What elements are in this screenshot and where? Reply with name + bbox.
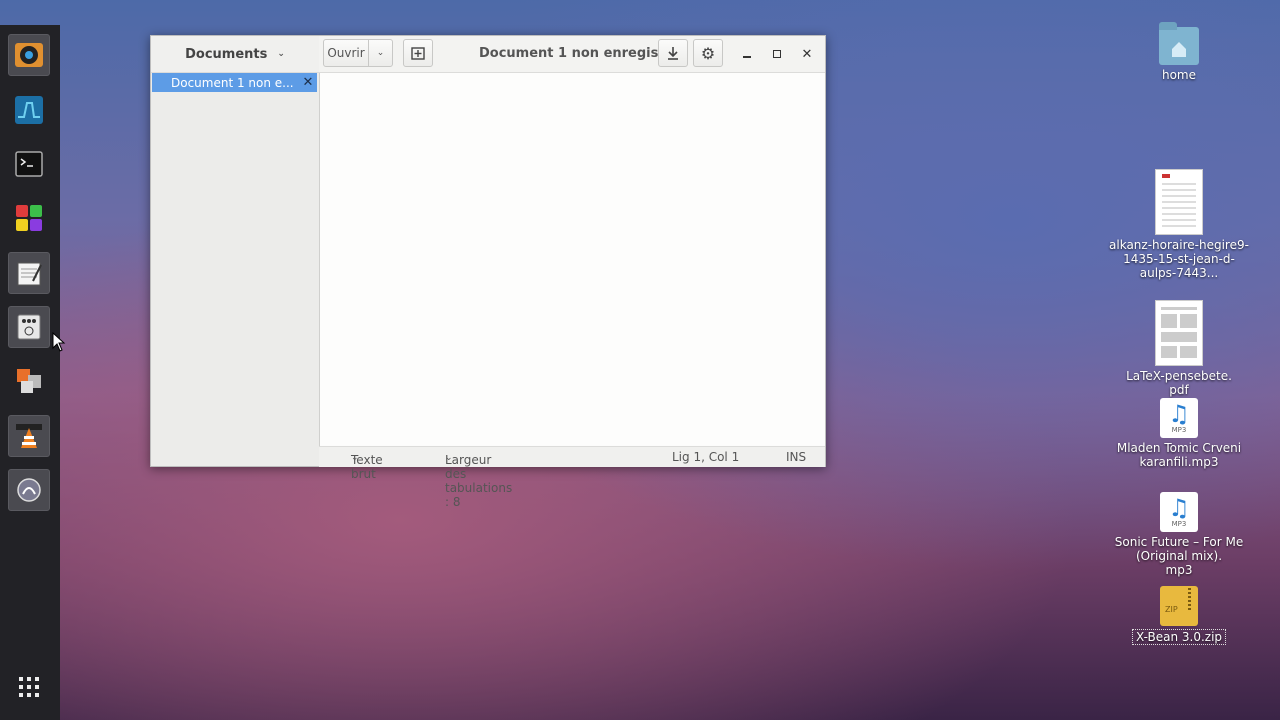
sound-app-icon (15, 43, 43, 67)
inkscape-app-icon (17, 478, 41, 502)
save-button[interactable] (658, 39, 688, 67)
insert-mode-indicator: INS (786, 450, 807, 464)
show-apps-grid-icon[interactable] (19, 677, 39, 697)
desktop-icon-mladen-mp3[interactable]: ♫ MP3 Mladen Tomic Crveni karanfili.mp3 (1109, 398, 1249, 469)
tab-width-label: Largeur des tabulations : 8 (445, 453, 513, 509)
desktop-icon-label: home (1161, 68, 1197, 82)
minimize-icon (743, 56, 751, 58)
chevron-down-icon: ⌄ (351, 453, 359, 463)
dock-item-office[interactable] (8, 360, 50, 402)
waveform-app-icon (15, 96, 43, 124)
dock-item-text-editor[interactable] (8, 252, 50, 294)
dock-item-color-palette[interactable] (8, 197, 50, 239)
desktop-icon-label: LaTeX-pensebete. pdf (1126, 369, 1232, 397)
open-button[interactable]: Ouvrir (323, 39, 369, 67)
window-title: Document 1 non enregistré (479, 46, 680, 61)
text-editor-window: Documents ⌄ Document 1 non e... ✕ Ouvrir… (150, 35, 826, 509)
desktop-icon-label: Sonic Future – For Me (Original mix). mp… (1114, 535, 1244, 577)
document-list-item[interactable]: Document 1 non e... ✕ (152, 73, 317, 92)
dock-item-sound[interactable] (8, 34, 50, 76)
documents-sidebar: Documents ⌄ Document 1 non e... ✕ (151, 36, 320, 466)
new-document-button[interactable] (403, 39, 433, 67)
gear-icon: ⚙ (700, 43, 716, 63)
dock-item-mixer[interactable] (8, 306, 50, 348)
chevron-down-icon: ⌄ (445, 453, 453, 463)
desktop-icon-home[interactable]: home (1109, 22, 1249, 82)
dock-item-waveform[interactable] (8, 89, 50, 131)
settings-button[interactable]: ⚙ (693, 39, 723, 67)
documents-menu-button[interactable]: Documents ⌄ (151, 36, 319, 73)
office-app-icon (17, 369, 41, 393)
music-file-icon: ♫ MP3 (1160, 398, 1198, 438)
music-file-icon: ♫ MP3 (1160, 492, 1198, 532)
close-document-icon[interactable]: ✕ (299, 75, 317, 90)
open-button-label: Ouvrir (327, 46, 365, 60)
home-folder-icon (1159, 22, 1199, 65)
minimize-button[interactable] (737, 44, 757, 64)
cursor-position: Lig 1, Col 1 (672, 450, 740, 464)
desktop-icon-label: alkanz-horaire-hegire9-1435-15-st-jean-d… (1109, 238, 1249, 280)
dock-item-vlc[interactable] (8, 415, 50, 457)
new-tab-icon (411, 47, 425, 60)
mouse-cursor-icon (52, 332, 66, 352)
desktop-icon-latex-pdf[interactable]: LaTeX-pensebete. pdf (1109, 300, 1249, 397)
close-icon: ✕ (801, 46, 813, 62)
color-palette-app-icon (16, 205, 42, 231)
zip-archive-icon: ZIP (1160, 586, 1198, 626)
text-editor-app-icon (17, 262, 42, 286)
desktop-icon-label: Mladen Tomic Crveni karanfili.mp3 (1116, 441, 1242, 469)
document-item-label: Document 1 non e... (171, 75, 294, 90)
pdf-thumbnail-icon (1155, 300, 1203, 366)
chevron-down-icon: ⌄ (376, 48, 385, 58)
text-editing-area[interactable] (320, 73, 825, 445)
close-window-button[interactable]: ✕ (797, 44, 817, 64)
desktop-icon-xbean-zip[interactable]: ZIP X-Bean 3.0.zip (1109, 586, 1249, 645)
vlc-app-icon (16, 424, 42, 448)
launcher-dock (0, 25, 60, 720)
desktop-icon-label: X-Bean 3.0.zip (1131, 629, 1227, 645)
maximize-icon (773, 50, 781, 58)
open-recent-dropdown[interactable]: ⌄ (368, 39, 393, 67)
status-bar: Texte brut ⌄ Largeur des tabulations : 8… (319, 446, 825, 509)
chevron-down-icon: ⌄ (277, 49, 285, 59)
header-bar: Ouvrir ⌄ Document 1 non enregistré ⚙ ✕ (319, 36, 825, 73)
desktop-icon-horaire-file[interactable]: alkanz-horaire-hegire9-1435-15-st-jean-d… (1109, 169, 1249, 280)
dock-item-inkscape[interactable] (8, 469, 50, 511)
documents-header-label: Documents (185, 46, 268, 62)
dock-item-terminal[interactable] (8, 143, 50, 185)
desktop-icon-sonic-future-mp3[interactable]: ♫ MP3 Sonic Future – For Me (Original mix… (1109, 492, 1249, 577)
mixer-app-icon (17, 314, 41, 340)
download-icon (668, 47, 678, 60)
maximize-button[interactable] (767, 44, 787, 64)
document-thumbnail-icon (1155, 169, 1203, 235)
terminal-app-icon (15, 151, 43, 177)
